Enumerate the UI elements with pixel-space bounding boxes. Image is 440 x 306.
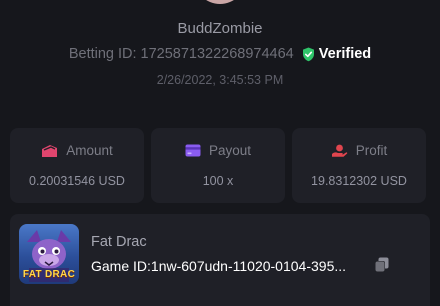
- payout-label: Payout: [208, 143, 252, 158]
- username: BuddZombie: [177, 20, 263, 37]
- payout-card: Payout 100 x: [151, 128, 285, 203]
- game-id-value: 1nw-607udn-11020-0104-395...: [150, 258, 347, 274]
- credit-card-icon: [185, 144, 201, 157]
- copy-icon[interactable]: [372, 255, 392, 275]
- amount-value: 0.20031546 USD: [29, 174, 125, 188]
- verified-label: Verified: [318, 46, 372, 62]
- amount-label: Amount: [66, 143, 113, 158]
- betting-id-value: 1725871322268974464: [140, 46, 294, 62]
- bet-timestamp: 2/26/2022, 3:45:53 PM: [156, 73, 284, 87]
- profit-header: Profit: [292, 143, 426, 158]
- payout-header: Payout: [151, 143, 285, 158]
- hand-coins-icon: [331, 144, 347, 157]
- shield-check-icon: [302, 47, 314, 61]
- profit-value: 19.8312302 USD: [311, 174, 407, 188]
- bet-details-panel: BuddZombie Betting ID: 17258713222689744…: [0, 0, 440, 306]
- verified-badge: Verified: [302, 46, 371, 62]
- game-id: Game ID:1nw-607udn-11020-0104-395...: [91, 258, 371, 274]
- amount-header: Amount: [10, 143, 144, 158]
- game-name[interactable]: Fat Drac: [91, 234, 147, 250]
- game-thumbnail-title: FAT DRAC: [22, 269, 76, 280]
- game-thumbnail[interactable]: FAT DRAC: [19, 224, 79, 284]
- avatar: [194, 0, 246, 4]
- profit-label: Profit: [355, 143, 388, 158]
- betting-id-row: Betting ID: 1725871322268974464 Verified: [0, 46, 440, 62]
- betting-id-label: Betting ID:: [68, 46, 137, 62]
- game-card[interactable]: FAT DRAC Fat Drac Game ID:1nw-607udn-110…: [10, 214, 430, 306]
- payout-value: 100 x: [202, 174, 234, 188]
- game-id-label: Game ID:: [91, 258, 151, 274]
- amount-card: Amount 0.20031546 USD: [10, 128, 144, 203]
- profit-card: Profit 19.8312302 USD: [292, 128, 426, 203]
- ticket-icon: [42, 144, 58, 157]
